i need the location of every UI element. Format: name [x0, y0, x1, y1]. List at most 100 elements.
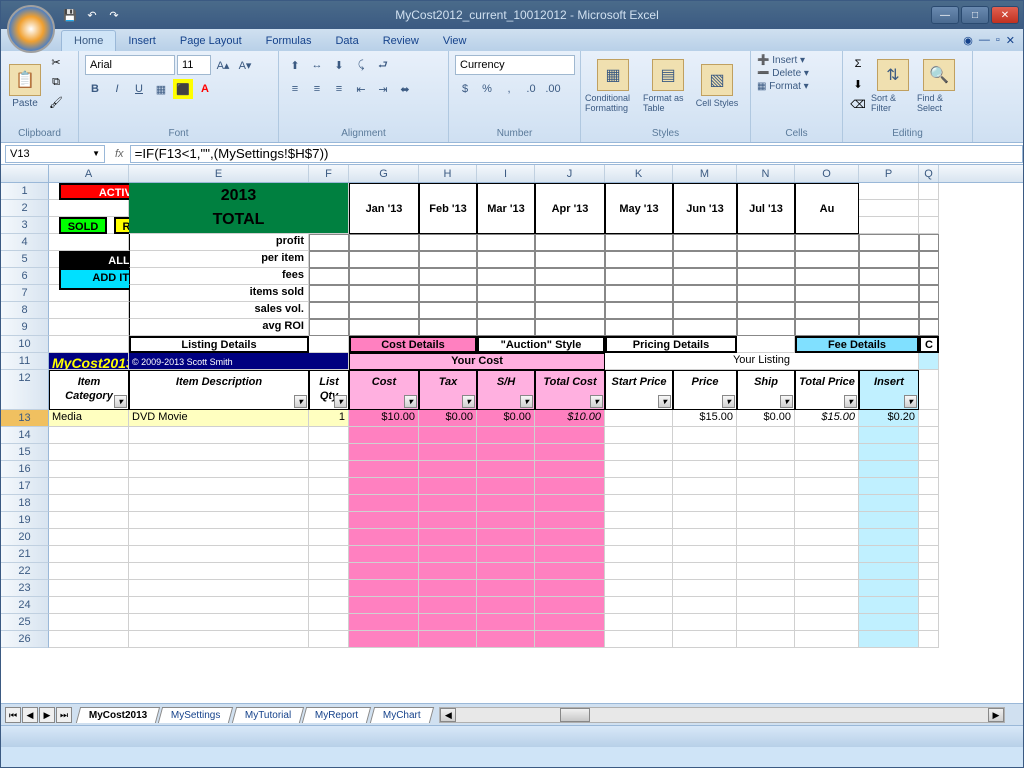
stat-cell[interactable] [419, 268, 477, 285]
cut-icon[interactable]: ✂ [47, 53, 65, 71]
col-header-I[interactable]: I [477, 165, 535, 182]
empty-cost-cell[interactable] [535, 580, 605, 597]
stat-cell[interactable] [673, 319, 737, 336]
empty-cost-cell[interactable] [477, 512, 535, 529]
stat-cell[interactable] [309, 234, 349, 251]
data-cell-5[interactable]: $0.00 [477, 410, 535, 427]
stat-cell[interactable] [859, 251, 919, 268]
row-header-22[interactable]: 22 [1, 563, 49, 580]
cell-F15[interactable] [309, 444, 349, 461]
paste-button[interactable]: 📋 Paste [5, 53, 45, 119]
col-header-N[interactable]: N [737, 165, 795, 182]
empty-insert-cell[interactable] [859, 597, 919, 614]
stat-cell[interactable] [673, 251, 737, 268]
empty-cost-cell[interactable] [419, 427, 477, 444]
stat-cell[interactable] [605, 268, 673, 285]
select-all-corner[interactable] [1, 165, 49, 182]
empty-cost-cell[interactable] [535, 478, 605, 495]
stat-cell[interactable] [919, 268, 939, 285]
tab-data[interactable]: Data [323, 31, 370, 51]
row-header-19[interactable]: 19 [1, 512, 49, 529]
data-cell-3[interactable]: $10.00 [349, 410, 419, 427]
empty-cost-cell[interactable] [535, 444, 605, 461]
empty-cost-cell[interactable] [535, 427, 605, 444]
stat-cell[interactable] [605, 302, 673, 319]
table-header-8[interactable]: Price▾ [673, 370, 737, 410]
cell-K22[interactable] [605, 563, 673, 580]
table-header-0[interactable]: Item Category▾ [49, 370, 129, 410]
cell-Q18[interactable] [919, 495, 939, 512]
row-header-20[interactable]: 20 [1, 529, 49, 546]
stat-cell[interactable] [309, 251, 349, 268]
cell-M25[interactable] [673, 614, 737, 631]
empty-insert-cell[interactable] [859, 563, 919, 580]
data-cell-4[interactable]: $0.00 [419, 410, 477, 427]
empty-cost-cell[interactable] [477, 444, 535, 461]
cell-O22[interactable] [795, 563, 859, 580]
stat-cell[interactable] [919, 319, 939, 336]
cell-Q25[interactable] [919, 614, 939, 631]
align-center-icon[interactable]: ≡ [307, 79, 327, 99]
filter-dropdown-icon[interactable]: ▾ [520, 395, 533, 408]
increase-decimal-icon[interactable]: .0 [521, 79, 541, 99]
cell-N10[interactable] [737, 336, 795, 353]
cell-K21[interactable] [605, 546, 673, 563]
row-header-10[interactable]: 10 [1, 336, 49, 353]
empty-insert-cell[interactable] [859, 495, 919, 512]
row-header-14[interactable]: 14 [1, 427, 49, 444]
row-header-5[interactable]: 5 [1, 251, 49, 268]
empty-cost-cell[interactable] [419, 444, 477, 461]
stat-cell[interactable] [309, 268, 349, 285]
clear-icon[interactable]: ⌫ [849, 95, 867, 113]
cell-O14[interactable] [795, 427, 859, 444]
empty-cost-cell[interactable] [535, 546, 605, 563]
cell-E22[interactable] [129, 563, 309, 580]
cell-A24[interactable] [49, 597, 129, 614]
cell-M18[interactable] [673, 495, 737, 512]
cell-P2[interactable] [859, 200, 919, 217]
col-header-K[interactable]: K [605, 165, 673, 182]
empty-insert-cell[interactable] [859, 614, 919, 631]
empty-cost-cell[interactable] [419, 631, 477, 648]
font-color-button[interactable]: A [195, 79, 215, 99]
cell-O18[interactable] [795, 495, 859, 512]
stat-cell[interactable] [919, 251, 939, 268]
align-left-icon[interactable]: ≡ [285, 79, 305, 99]
cell-K16[interactable] [605, 461, 673, 478]
cell-Q14[interactable] [919, 427, 939, 444]
cell-N16[interactable] [737, 461, 795, 478]
row-header-24[interactable]: 24 [1, 597, 49, 614]
row-header-23[interactable]: 23 [1, 580, 49, 597]
stat-cell[interactable] [477, 234, 535, 251]
cell-A14[interactable] [49, 427, 129, 444]
close-doc-icon[interactable]: ✕ [1006, 34, 1015, 47]
decrease-indent-icon[interactable]: ⇤ [351, 79, 371, 99]
empty-cost-cell[interactable] [349, 444, 419, 461]
filter-dropdown-icon[interactable]: ▾ [294, 395, 307, 408]
undo-icon[interactable]: ↶ [83, 6, 101, 24]
empty-cost-cell[interactable] [419, 478, 477, 495]
sort-filter-button[interactable]: ⇅Sort & Filter [871, 53, 915, 119]
fill-icon[interactable]: ⬇ [849, 75, 867, 93]
fill-color-button[interactable]: ⬛ [173, 79, 193, 99]
stat-cell[interactable] [477, 319, 535, 336]
filter-dropdown-icon[interactable]: ▾ [462, 395, 475, 408]
empty-cost-cell[interactable] [477, 563, 535, 580]
cell-Q15[interactable] [919, 444, 939, 461]
stat-cell[interactable] [477, 251, 535, 268]
cell-O15[interactable] [795, 444, 859, 461]
stat-cell[interactable] [919, 302, 939, 319]
stat-cell[interactable] [605, 251, 673, 268]
cell-Q20[interactable] [919, 529, 939, 546]
cell-N23[interactable] [737, 580, 795, 597]
empty-cost-cell[interactable] [477, 427, 535, 444]
empty-cost-cell[interactable] [535, 495, 605, 512]
cell-A20[interactable] [49, 529, 129, 546]
stat-cell[interactable] [349, 319, 419, 336]
cell-M16[interactable] [673, 461, 737, 478]
cell-O26[interactable] [795, 631, 859, 648]
stat-cell[interactable] [737, 285, 795, 302]
empty-insert-cell[interactable] [859, 631, 919, 648]
empty-cost-cell[interactable] [419, 563, 477, 580]
detail-button-3[interactable]: Pricing Details [605, 336, 737, 353]
